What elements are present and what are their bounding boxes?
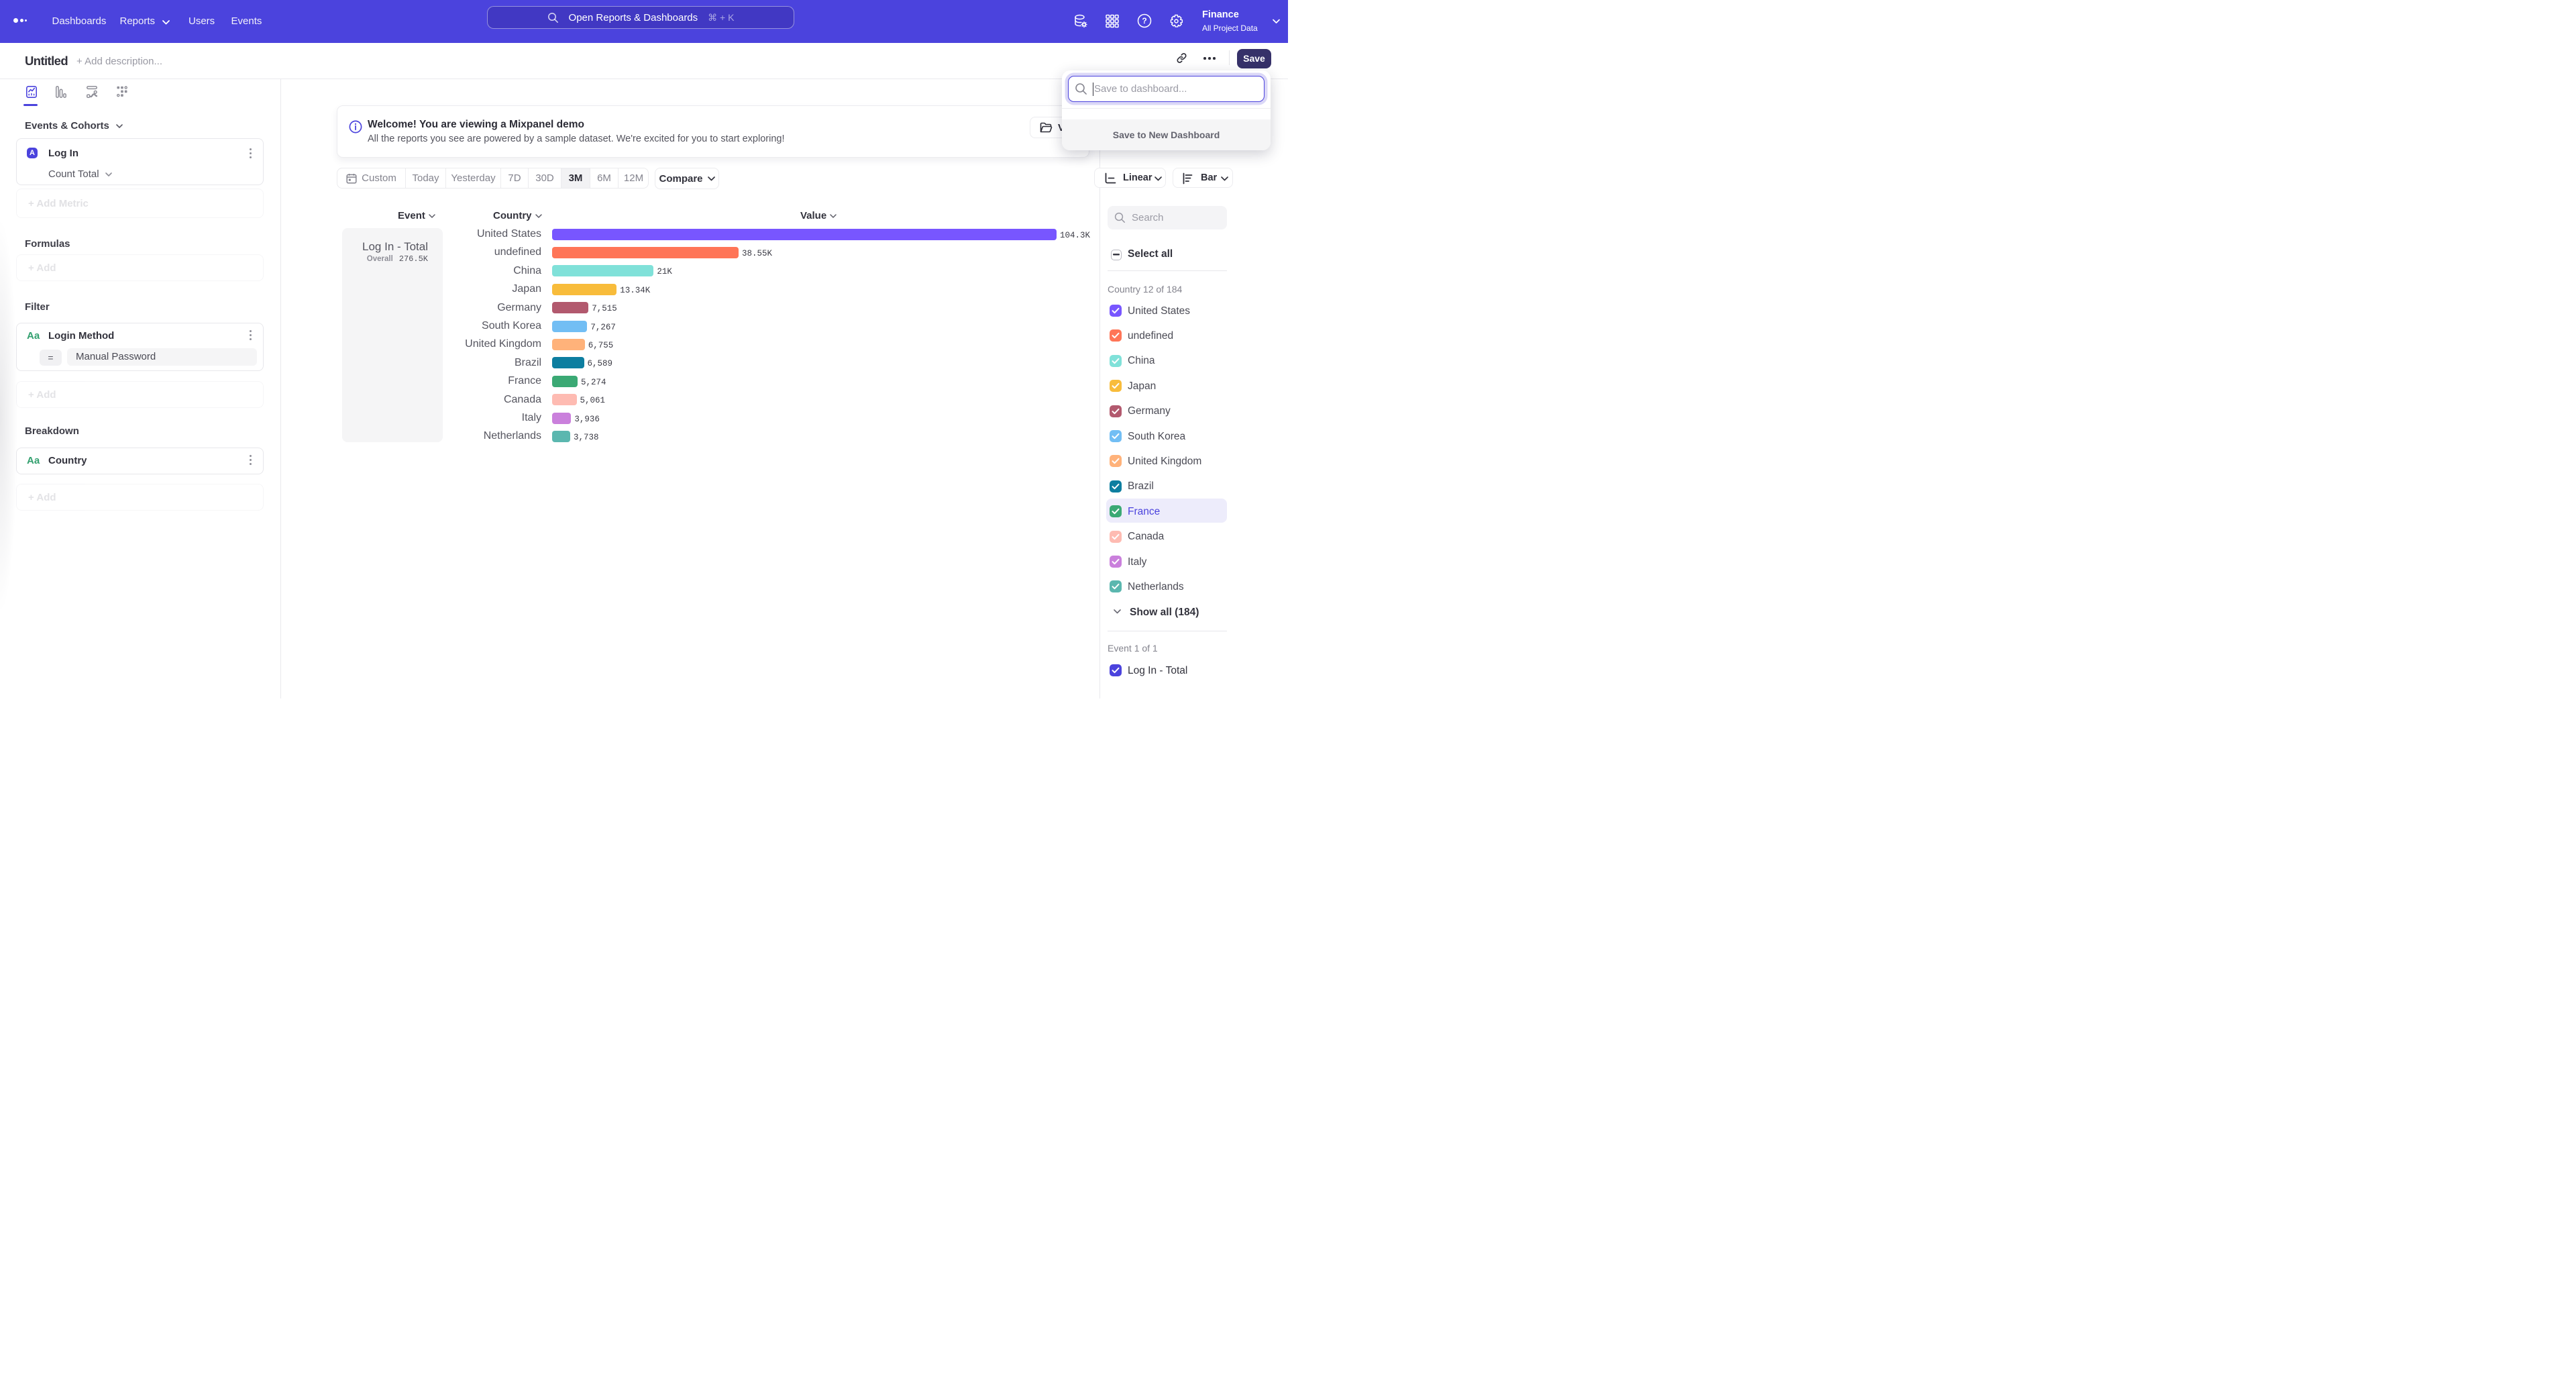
svg-text:?: ? xyxy=(1142,16,1146,25)
